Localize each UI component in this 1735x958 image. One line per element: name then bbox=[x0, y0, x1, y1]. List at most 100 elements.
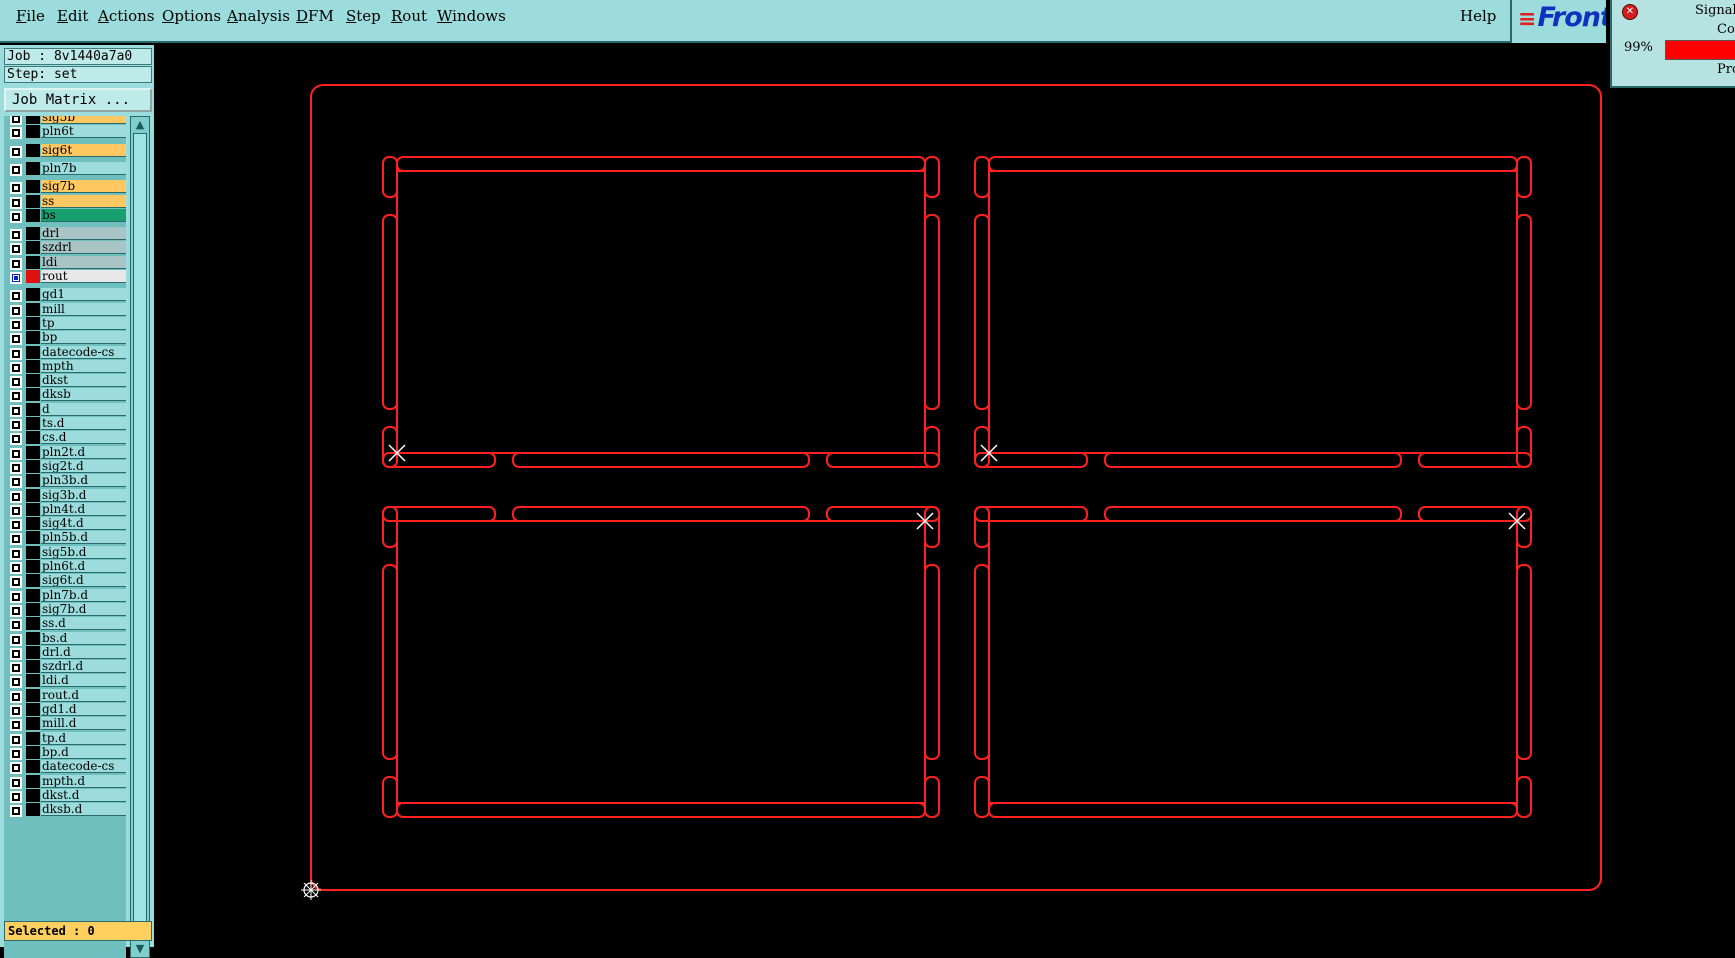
layer-checkbox[interactable] bbox=[10, 805, 22, 818]
layer-name[interactable]: mill.d bbox=[41, 717, 126, 731]
layer-row[interactable]: ss.d bbox=[4, 617, 126, 632]
layer-scrollbar[interactable]: ▲ ▼ bbox=[130, 116, 150, 958]
layer-name[interactable]: tp bbox=[41, 316, 126, 330]
layer-row[interactable]: rout.d bbox=[4, 688, 126, 703]
layer-row[interactable]: sig6t.d bbox=[4, 574, 126, 589]
menu-windows[interactable]: Windows bbox=[437, 7, 506, 25]
layer-row[interactable]: mpth.d bbox=[4, 774, 126, 789]
layer-name[interactable]: drl bbox=[41, 227, 126, 241]
layer-name[interactable]: pln6t.d bbox=[41, 560, 126, 573]
layer-row[interactable]: bp bbox=[4, 331, 126, 346]
layer-checkbox[interactable] bbox=[10, 304, 22, 317]
layer-name[interactable]: pln3b.d bbox=[41, 474, 126, 488]
layer-checkbox[interactable] bbox=[10, 547, 22, 560]
layer-row[interactable]: pln4t.d bbox=[4, 502, 126, 517]
layer-name[interactable]: bp.d bbox=[41, 745, 126, 759]
layer-checkbox[interactable] bbox=[10, 747, 22, 760]
layer-row[interactable]: ldi bbox=[4, 255, 126, 270]
layer-name[interactable]: ss.d bbox=[41, 617, 126, 631]
layer-row[interactable]: datecode-cs bbox=[4, 345, 126, 360]
layer-row[interactable]: sig7b bbox=[4, 180, 126, 195]
menu-rout[interactable]: Rout bbox=[391, 7, 427, 25]
layer-name[interactable]: mpth.d bbox=[41, 774, 126, 788]
layer-checkbox[interactable] bbox=[10, 163, 22, 176]
layer-name[interactable]: sig6t bbox=[41, 143, 126, 157]
layer-row[interactable]: dkst bbox=[4, 374, 126, 389]
layer-name[interactable]: dksb.d bbox=[41, 803, 126, 817]
layer-name[interactable]: dksb bbox=[41, 388, 126, 402]
layer-name[interactable]: sig5b bbox=[41, 116, 126, 124]
menu-help[interactable]: Help bbox=[1460, 7, 1496, 25]
layer-checkbox[interactable] bbox=[10, 519, 22, 532]
layer-checkbox[interactable] bbox=[10, 318, 22, 331]
menu-file[interactable]: File bbox=[16, 7, 45, 25]
layer-name[interactable]: tp.d bbox=[41, 731, 126, 745]
layer-checkbox[interactable] bbox=[10, 243, 22, 256]
layer-row[interactable]: pln6t bbox=[4, 125, 126, 140]
layer-checkbox[interactable] bbox=[10, 476, 22, 489]
layer-checkbox[interactable] bbox=[10, 490, 22, 503]
layer-name[interactable]: sig7b.d bbox=[41, 602, 126, 616]
layer-name[interactable]: ss bbox=[41, 194, 126, 208]
layer-name[interactable]: sig7b bbox=[41, 180, 126, 194]
layer-checkbox[interactable] bbox=[10, 419, 22, 431]
layer-name[interactable]: dkst.d bbox=[41, 788, 126, 802]
layer-name[interactable]: rout bbox=[41, 270, 126, 283]
layer-name[interactable]: sig3b.d bbox=[41, 488, 126, 502]
layer-name[interactable]: pln2t.d bbox=[41, 445, 126, 459]
layer-row[interactable]: sig7b.d bbox=[4, 602, 126, 617]
layer-row[interactable]: sig3b.d bbox=[4, 488, 126, 503]
layer-row[interactable]: pln3b.d bbox=[4, 474, 126, 489]
layer-row[interactable]: sig5b.d bbox=[4, 545, 126, 560]
close-icon[interactable]: ✕ bbox=[1622, 4, 1638, 20]
layer-row[interactable]: gd1 bbox=[4, 288, 126, 303]
layer-name[interactable]: drl.d bbox=[41, 645, 126, 659]
layer-checkbox[interactable] bbox=[10, 390, 22, 403]
layer-name[interactable]: bp bbox=[41, 331, 126, 345]
menu-dfm[interactable]: DFM bbox=[296, 7, 334, 25]
layer-checkbox[interactable] bbox=[10, 361, 22, 374]
layer-checkbox[interactable] bbox=[10, 347, 22, 360]
layer-checkbox[interactable] bbox=[10, 504, 22, 517]
layer-name[interactable]: szdrl.d bbox=[41, 660, 126, 674]
graphics-canvas[interactable] bbox=[154, 45, 1735, 947]
layer-name[interactable]: sig5b.d bbox=[41, 545, 126, 559]
layer-checkbox[interactable] bbox=[10, 676, 22, 689]
layer-name[interactable]: pln7b.d bbox=[41, 588, 126, 602]
layer-name[interactable]: ldi bbox=[41, 255, 126, 269]
layer-row[interactable]: sig5b bbox=[4, 116, 126, 125]
layer-row[interactable]: sig2t.d bbox=[4, 459, 126, 474]
menu-step[interactable]: Step bbox=[346, 7, 381, 25]
layer-row[interactable]: rout bbox=[4, 270, 126, 284]
layer-name[interactable]: gd1 bbox=[41, 288, 126, 302]
layer-row[interactable]: drl.d bbox=[4, 645, 126, 660]
layer-row[interactable]: sig6t bbox=[4, 143, 126, 158]
menu-analysis[interactable]: Analysis bbox=[227, 7, 290, 25]
layer-name[interactable]: bs.d bbox=[41, 631, 126, 645]
layer-name[interactable]: pln6t bbox=[41, 125, 126, 139]
layer-checkbox[interactable] bbox=[10, 533, 22, 546]
layer-row[interactable]: dkst.d bbox=[4, 788, 126, 803]
layer-name[interactable]: mill bbox=[41, 302, 126, 316]
layer-checkbox[interactable] bbox=[10, 404, 22, 417]
layer-row[interactable]: drl bbox=[4, 227, 126, 242]
layer-row[interactable]: pln7b bbox=[4, 161, 126, 176]
layer-name[interactable]: ts.d bbox=[41, 417, 126, 430]
layer-name[interactable]: dkst bbox=[41, 374, 126, 388]
layer-checkbox[interactable] bbox=[10, 604, 22, 617]
layer-name[interactable]: rout.d bbox=[41, 688, 126, 702]
layer-checkbox[interactable] bbox=[10, 272, 22, 284]
layer-checkbox[interactable] bbox=[10, 127, 22, 140]
layer-name[interactable]: pln4t.d bbox=[41, 502, 126, 516]
layer-checkbox[interactable] bbox=[10, 196, 22, 209]
layer-row[interactable]: ts.d bbox=[4, 417, 126, 431]
layer-checkbox[interactable] bbox=[10, 447, 22, 460]
menu-edit[interactable]: Edit bbox=[57, 7, 88, 25]
menu-options[interactable]: Options bbox=[162, 7, 221, 25]
layer-row[interactable]: bp.d bbox=[4, 745, 126, 760]
layer-name[interactable]: pln5b.d bbox=[41, 531, 126, 545]
layer-checkbox[interactable] bbox=[10, 590, 22, 603]
layer-name[interactable]: datecode-cs bbox=[41, 345, 126, 359]
layer-row[interactable]: d bbox=[4, 402, 126, 417]
layer-checkbox[interactable] bbox=[10, 257, 22, 270]
